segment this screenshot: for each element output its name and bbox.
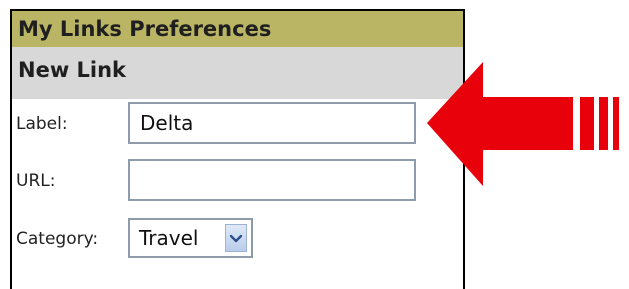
label-field-label: Label: bbox=[16, 114, 68, 134]
section-title: New Link bbox=[12, 47, 463, 99]
url-input[interactable] bbox=[128, 159, 416, 201]
url-row: URL: bbox=[12, 157, 463, 215]
category-select[interactable]: Travel bbox=[128, 218, 253, 258]
chevron-down-icon[interactable] bbox=[225, 224, 247, 252]
category-field-label: Category: bbox=[16, 229, 99, 249]
my-links-preferences-panel: My Links Preferences New Link Label: URL… bbox=[10, 9, 465, 289]
panel-title: My Links Preferences bbox=[12, 11, 463, 47]
left-arrow-icon bbox=[427, 62, 619, 186]
label-row: Label: bbox=[12, 99, 463, 157]
label-input[interactable] bbox=[128, 102, 416, 144]
screenshot-canvas: My Links Preferences New Link Label: URL… bbox=[0, 0, 629, 289]
category-select-value: Travel bbox=[139, 226, 199, 250]
url-field-label: URL: bbox=[16, 171, 56, 191]
category-row: Category: Travel bbox=[12, 215, 463, 271]
